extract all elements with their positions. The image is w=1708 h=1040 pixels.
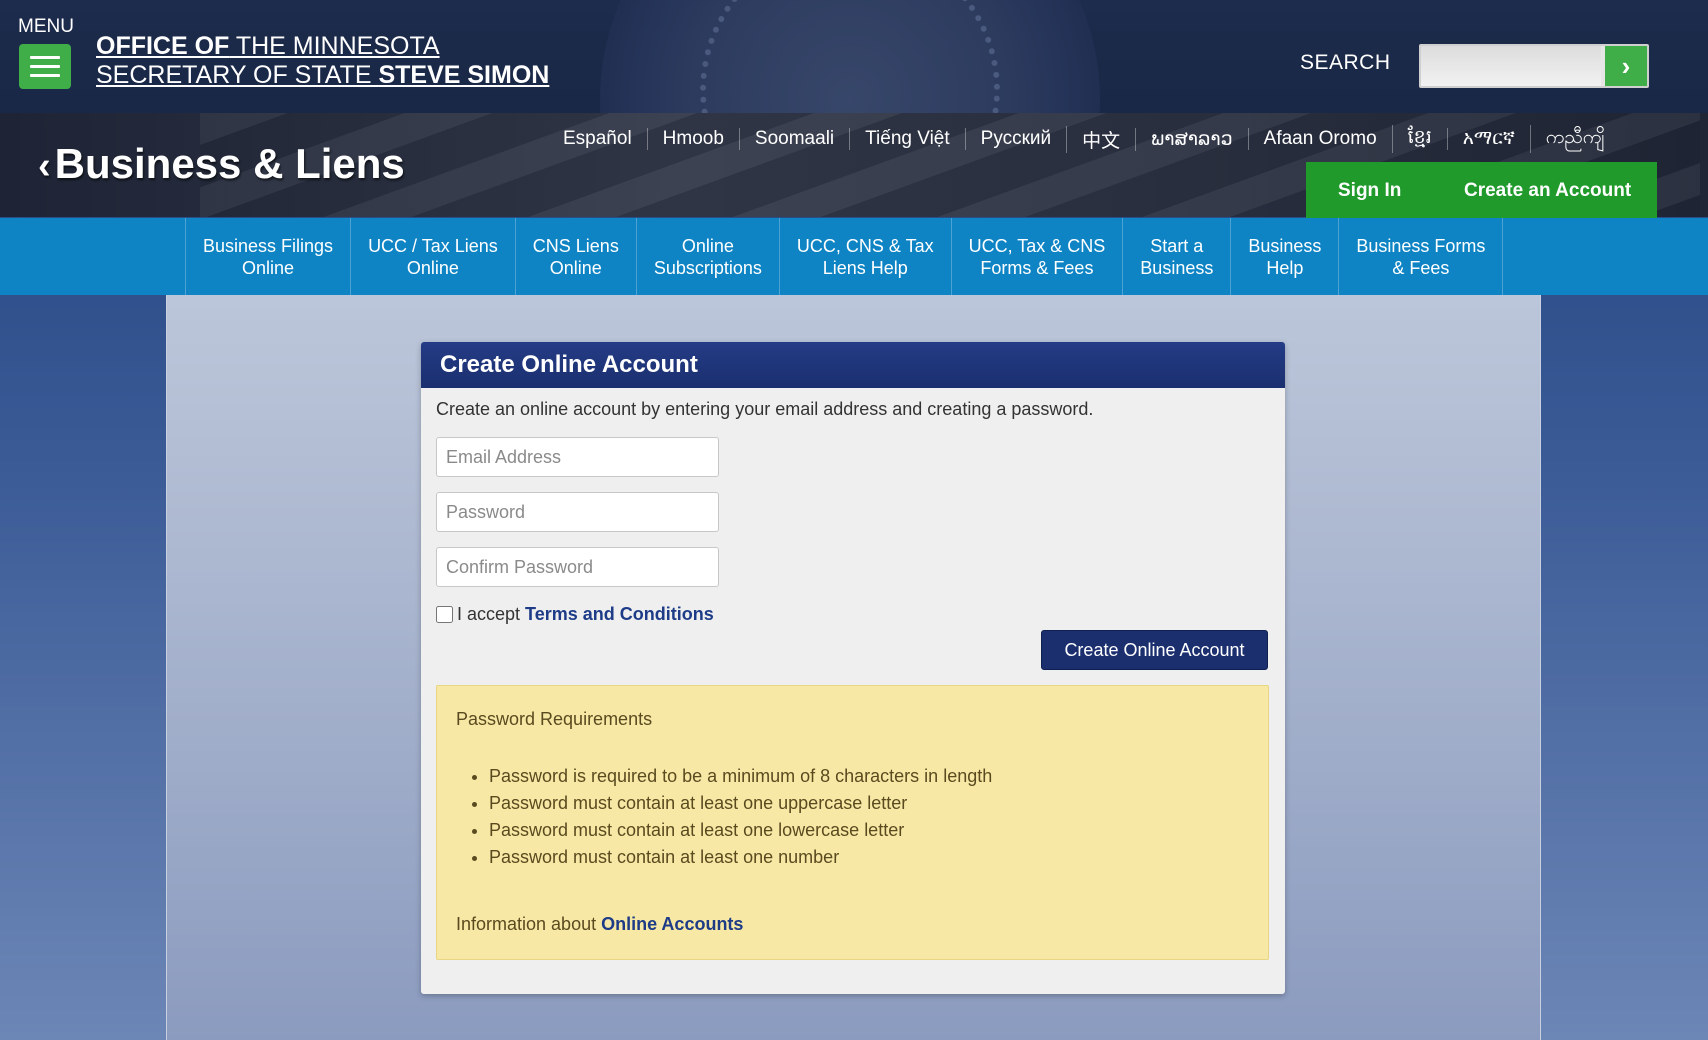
- online-accounts-info: Information about Online Accounts: [456, 914, 744, 934]
- lang-link[interactable]: አማርኛ: [1446, 128, 1530, 150]
- lang-link[interactable]: ကညီကျိ: [1529, 125, 1620, 153]
- list-item: Password must contain at least one lower…: [489, 817, 992, 844]
- password-requirements-box: Password Requirements Password is requir…: [436, 685, 1269, 960]
- nav-ucc-tax-liens-online[interactable]: UCC / Tax Liens Online: [350, 218, 515, 295]
- main-nav: Business Filings Online UCC / Tax Liens On…: [0, 218, 1708, 295]
- password-field[interactable]: [436, 492, 719, 532]
- hamburger-icon: [30, 56, 60, 59]
- lang-link[interactable]: ខ្មែរ: [1391, 125, 1447, 153]
- lang-link[interactable]: Afaan Oromo: [1247, 128, 1392, 150]
- card-intro-text: Create an online account by entering you…: [436, 399, 1094, 419]
- requirements-title: Password Requirements: [456, 709, 653, 729]
- create-account-link[interactable]: Create an Account: [1464, 180, 1631, 202]
- search-go-button[interactable]: ›: [1605, 46, 1647, 86]
- chevron-right-icon: ›: [1621, 50, 1631, 81]
- nav-liens-forms-fees[interactable]: UCC, Tax & CNS Forms & Fees: [950, 218, 1123, 295]
- create-account-card: Create Online Account Create an online a…: [421, 342, 1285, 994]
- nav-online-subscriptions[interactable]: Online Subscriptions: [635, 218, 779, 295]
- sign-in-link[interactable]: Sign In: [1338, 180, 1401, 202]
- online-accounts-link[interactable]: Online Accounts: [601, 914, 743, 934]
- nav-business-help[interactable]: Business Help: [1230, 218, 1338, 295]
- nav-start-business[interactable]: Start a Business: [1122, 218, 1230, 295]
- nav-liens-help[interactable]: UCC, CNS & Tax Liens Help: [778, 218, 951, 295]
- terms-link[interactable]: Terms and Conditions: [525, 604, 714, 625]
- search-box: ›: [1419, 44, 1649, 88]
- terms-label: I accept: [457, 604, 521, 624]
- create-online-account-button[interactable]: Create Online Account: [1041, 630, 1268, 670]
- lang-link[interactable]: 中文: [1066, 125, 1135, 153]
- lang-link[interactable]: Español: [548, 128, 647, 150]
- seal-ring: [700, 0, 1000, 113]
- nav-business-forms-fees[interactable]: Business Forms & Fees: [1338, 218, 1504, 295]
- list-item: Password is required to be a minimum of …: [489, 763, 992, 790]
- auth-bar: Sign In Create an Account: [1306, 162, 1657, 218]
- requirements-list: Password is required to be a minimum of …: [489, 763, 992, 871]
- lang-link[interactable]: Soomaali: [738, 128, 849, 150]
- section-title-link[interactable]: ‹Business & Liens: [38, 140, 405, 188]
- terms-row: I accept Terms and Conditions: [436, 604, 714, 625]
- terms-checkbox[interactable]: [436, 606, 453, 623]
- lang-link[interactable]: Tiếng Việt: [849, 128, 965, 150]
- office-title-link[interactable]: OFFICE OF THE MINNESOTA SECRETARY OF STA…: [96, 32, 549, 90]
- lang-link[interactable]: Hmoob: [646, 128, 739, 150]
- language-bar: Español Hmoob Soomaali Tiếng Việt Русски…: [548, 125, 1620, 153]
- search-input[interactable]: [1421, 46, 1601, 86]
- nav-cns-liens-online[interactable]: CNS Liens Online: [514, 218, 636, 295]
- list-item: Password must contain at least one numbe…: [489, 844, 992, 871]
- top-header: MENU OFFICE OF THE MINNESOTA SECRETARY O…: [0, 0, 1708, 113]
- lang-link[interactable]: Русский: [964, 128, 1067, 150]
- chevron-left-icon: ‹: [38, 145, 51, 187]
- hamburger-menu-button[interactable]: [19, 44, 71, 89]
- lang-link[interactable]: ພາສາລາວ: [1135, 127, 1247, 151]
- menu-label: MENU: [18, 16, 74, 37]
- card-title: Create Online Account: [421, 342, 1285, 388]
- email-field[interactable]: [436, 437, 719, 477]
- confirm-password-field[interactable]: [436, 547, 719, 587]
- nav-business-filings-online[interactable]: Business Filings Online: [185, 218, 350, 295]
- search-label: SEARCH: [1300, 51, 1391, 74]
- list-item: Password must contain at least one upper…: [489, 790, 992, 817]
